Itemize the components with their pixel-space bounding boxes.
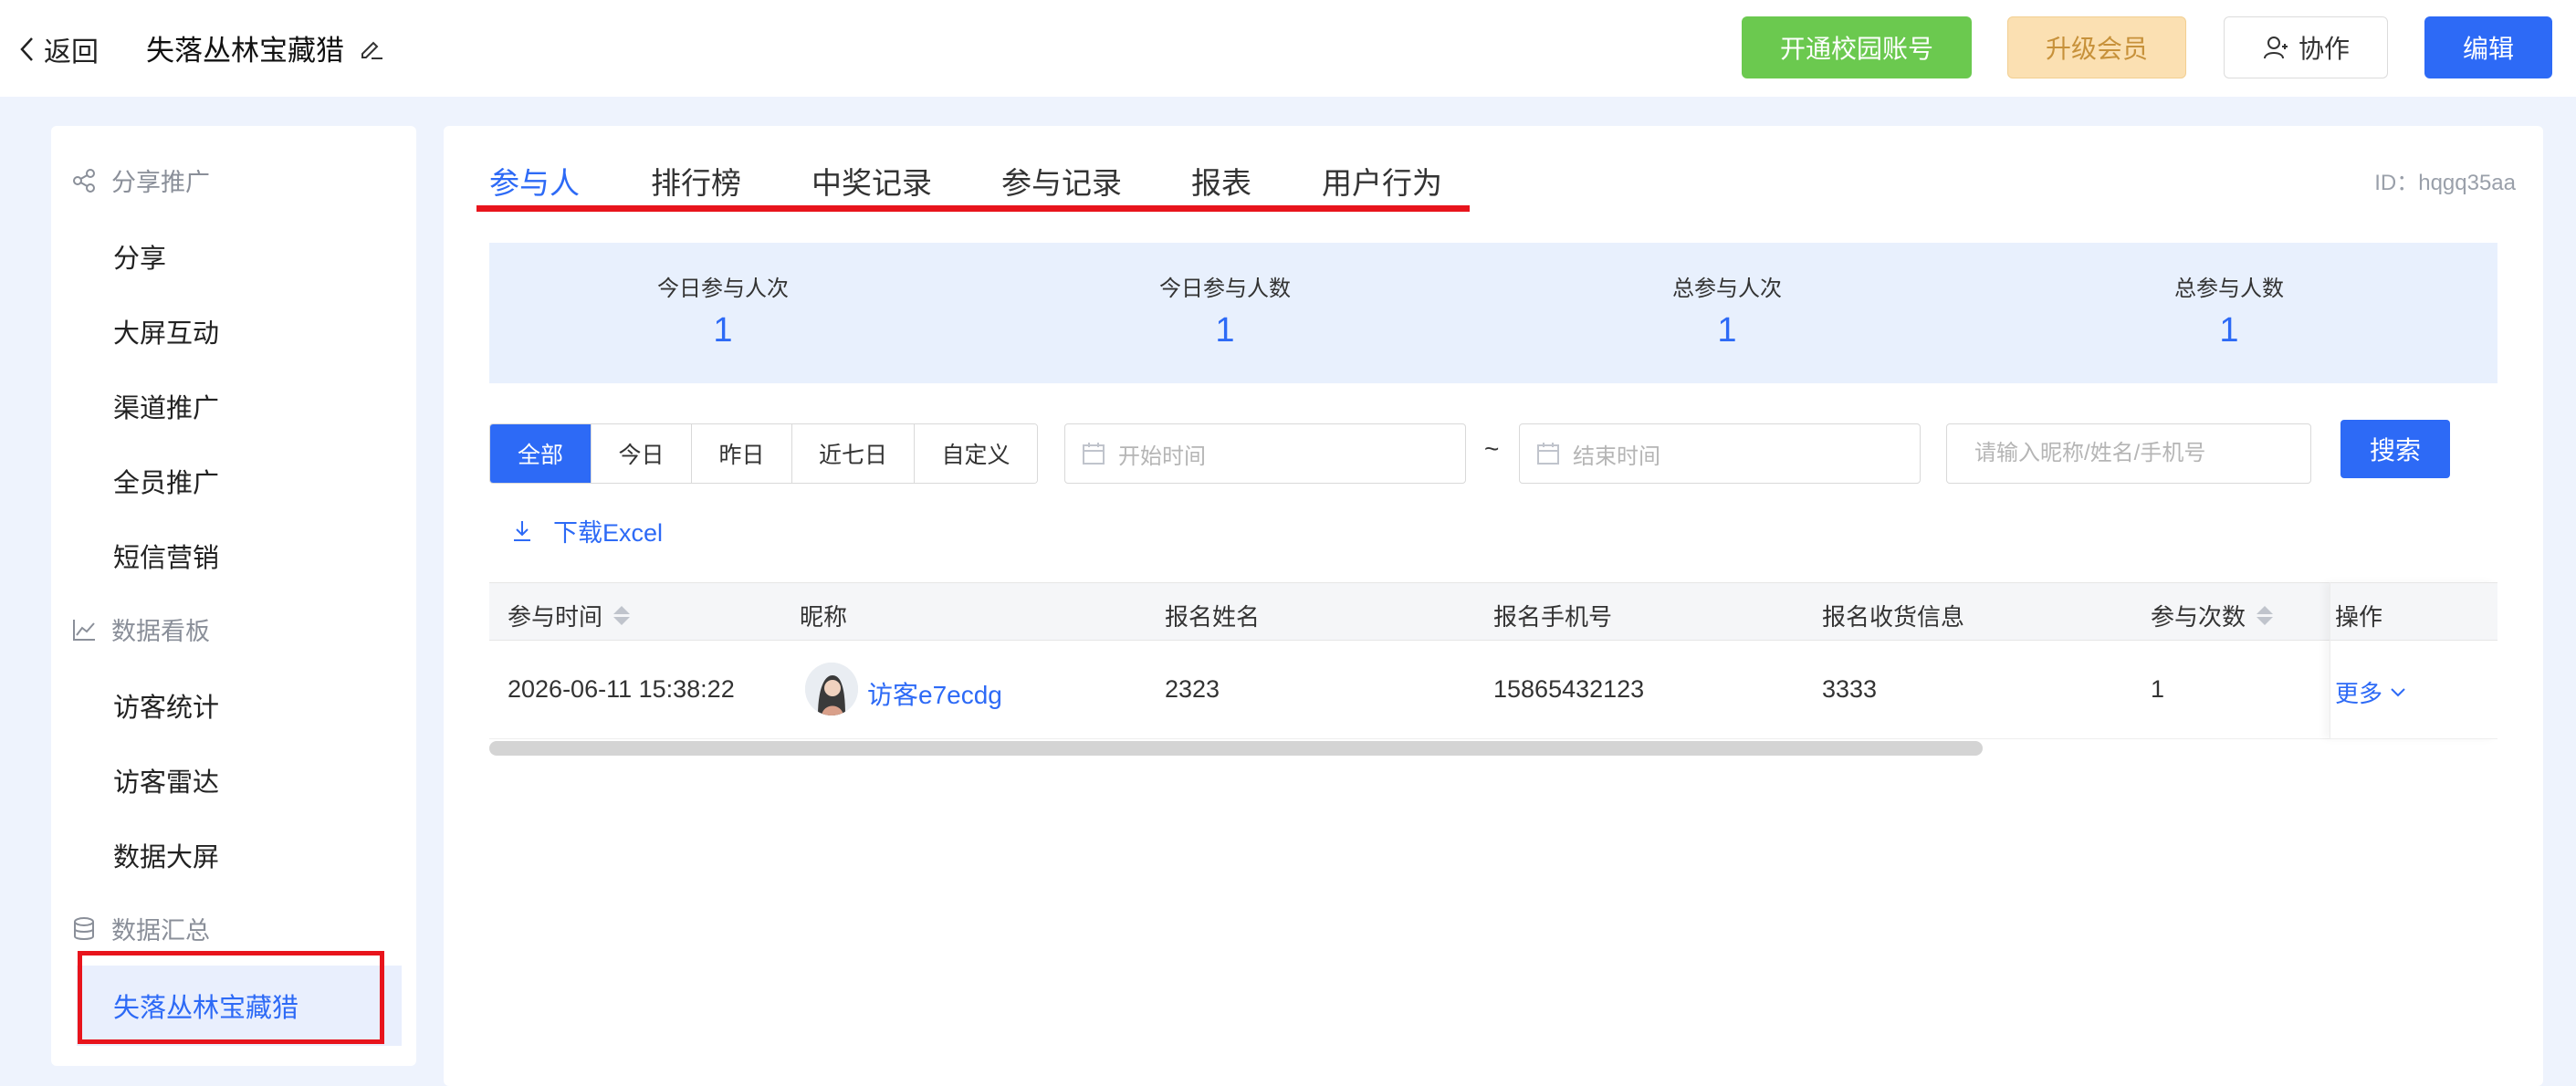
calendar-icon (1083, 443, 1105, 465)
cell-nickname-link[interactable]: 访客e7ecdg (867, 675, 1002, 712)
sidebar-item-data-screen[interactable]: 数据大屏 (113, 836, 219, 874)
tab-ranking[interactable]: 排行榜 (651, 159, 741, 203)
stat-label: 总参与人数 (2174, 277, 2284, 301)
chevron-left-icon (20, 37, 33, 61)
database-icon (74, 916, 94, 940)
tab-reports[interactable]: 报表 (1191, 159, 1251, 203)
sidebar-group-data: 数据看板 (71, 611, 210, 647)
main-panel: 参与人 排行榜 中奖记录 参与记录 报表 用户行为 ID：hqgq35aa 今日… (444, 126, 2543, 1086)
col-phone: 报名手机号 (1493, 603, 1613, 631)
stat-value: 1 (1215, 311, 1235, 350)
line-chart-icon (73, 619, 95, 641)
avatar-image-icon (805, 663, 858, 715)
sidebar-item-big-screen[interactable]: 大屏互动 (113, 312, 219, 350)
download-icon (514, 520, 530, 541)
sidebar-group-summary: 数据汇总 (71, 911, 210, 946)
page-title-text: 失落丛林宝藏猎 (146, 35, 344, 67)
cell-join-time: 2026-06-11 15:38:22 (508, 675, 735, 703)
col-name: 报名姓名 (1165, 603, 1261, 631)
stat-value: 1 (1717, 311, 1737, 350)
user-collab-icon (2263, 37, 2288, 59)
stat-today-users: 今日参与人数 1 (1042, 270, 1408, 350)
back-button[interactable]: 返回 (18, 29, 99, 69)
tab-participants[interactable]: 参与人 (489, 159, 580, 203)
sidebar-item-channel[interactable]: 渠道推广 (113, 387, 219, 425)
highlight-underline (476, 205, 1470, 212)
fixed-actions-column (2330, 582, 2497, 739)
collaborate-label: 协作 (2298, 35, 2350, 63)
sidebar-item-active-event[interactable]: 失落丛林宝藏猎 (77, 966, 402, 1046)
collaborate-button[interactable]: 协作 (2224, 16, 2388, 78)
end-date-placeholder: 结束时间 (1573, 444, 1660, 469)
sidebar: 分享推广 分享 大屏互动 渠道推广 全员推广 短信营销 数据看板 访客统计 访客… (51, 126, 416, 1066)
sidebar-item-sms[interactable]: 短信营销 (113, 537, 219, 575)
sidebar-group-label: 数据汇总 (111, 917, 210, 945)
sidebar-group-label: 分享推广 (111, 169, 210, 196)
sidebar-group-label: 数据看板 (111, 618, 210, 645)
stat-label: 今日参与人次 (657, 277, 789, 301)
col-join-time[interactable]: 参与时间 (508, 599, 631, 632)
edit-button[interactable]: 编辑 (2424, 16, 2552, 78)
cell-count: 1 (2151, 675, 2165, 703)
end-date-input[interactable]: 结束时间 (1519, 423, 1921, 484)
stat-total-users: 总参与人数 1 (2047, 270, 2412, 350)
avatar (805, 663, 858, 715)
col-address: 报名收货信息 (1822, 603, 1965, 631)
date-range-segment: 全部 今日 昨日 近七日 自定义 (489, 423, 1038, 484)
cell-name: 2323 (1165, 675, 1220, 703)
share-icon (73, 168, 95, 193)
tab-prize-records[interactable]: 中奖记录 (812, 159, 932, 203)
sort-icon[interactable] (613, 606, 631, 625)
sidebar-item-visitor-stats[interactable]: 访客统计 (113, 686, 219, 725)
stat-value: 1 (713, 311, 733, 350)
stat-total-visits: 总参与人次 1 (1545, 270, 1910, 350)
sidebar-item-staff[interactable]: 全员推广 (113, 462, 219, 500)
column-label: 参与次数 (2151, 603, 2246, 631)
download-excel-label: 下载Excel (553, 519, 664, 547)
stats-panel: 今日参与人次 1 今日参与人数 1 总参与人次 1 总参与人数 1 (489, 243, 2497, 383)
cell-address: 3333 (1822, 675, 1878, 703)
table-header: 参与时间 昵称 报名姓名 报名手机号 报名收货信息 参与次数 操作 (489, 582, 2497, 641)
segment-custom[interactable]: 自定义 (915, 424, 1037, 483)
stat-label: 总参与人次 (1672, 277, 1782, 301)
start-date-placeholder: 开始时间 (1118, 444, 1206, 469)
page-title: 失落丛林宝藏猎 (146, 27, 384, 68)
search-button[interactable]: 搜索 (2340, 420, 2450, 478)
search-input[interactable] (1946, 423, 2311, 484)
table-row: 2026-06-11 15:38:22 访客e7ecdg 2323 158654… (489, 641, 2497, 739)
column-label: 参与时间 (508, 603, 603, 631)
sidebar-group-share: 分享推广 (71, 162, 210, 198)
segment-yesterday[interactable]: 昨日 (692, 424, 792, 483)
back-label: 返回 (44, 37, 99, 68)
start-date-input[interactable]: 开始时间 (1064, 423, 1466, 484)
horizontal-scrollbar[interactable] (489, 741, 1983, 756)
participants-table: 参与时间 昵称 报名姓名 报名手机号 报名收货信息 参与次数 操作 2026-0… (489, 582, 2497, 756)
event-id: ID：hqgq35aa (2374, 171, 2516, 195)
col-nickname: 昵称 (800, 603, 848, 631)
tab-user-behavior[interactable]: 用户行为 (1322, 159, 1442, 203)
tab-participation-records[interactable]: 参与记录 (1001, 159, 1122, 203)
stat-label: 今日参与人数 (1159, 277, 1291, 301)
upgrade-vip-button[interactable]: 升级会员 (2007, 16, 2186, 78)
stat-today-visits: 今日参与人次 1 (540, 270, 906, 350)
download-excel-button[interactable]: 下载Excel (511, 513, 663, 548)
segment-today[interactable]: 今日 (592, 424, 692, 483)
col-count[interactable]: 参与次数 (2151, 599, 2274, 632)
edit-pencil-icon[interactable] (359, 36, 384, 61)
sidebar-item-visitor-radar[interactable]: 访客雷达 (113, 761, 219, 799)
sort-icon[interactable] (2257, 606, 2274, 625)
sidebar-item-share[interactable]: 分享 (113, 237, 166, 276)
stat-value: 1 (2219, 311, 2239, 350)
calendar-icon (1537, 443, 1559, 465)
segment-all[interactable]: 全部 (490, 424, 592, 483)
cell-phone: 15865432123 (1493, 675, 1645, 703)
segment-last-seven-days[interactable]: 近七日 (792, 424, 915, 483)
open-campus-account-button[interactable]: 开通校园账号 (1742, 16, 1972, 78)
top-bar: 返回 失落丛林宝藏猎 开通校园账号 升级会员 协作 编辑 (0, 0, 2576, 97)
date-separator: ~ (1484, 434, 1500, 463)
